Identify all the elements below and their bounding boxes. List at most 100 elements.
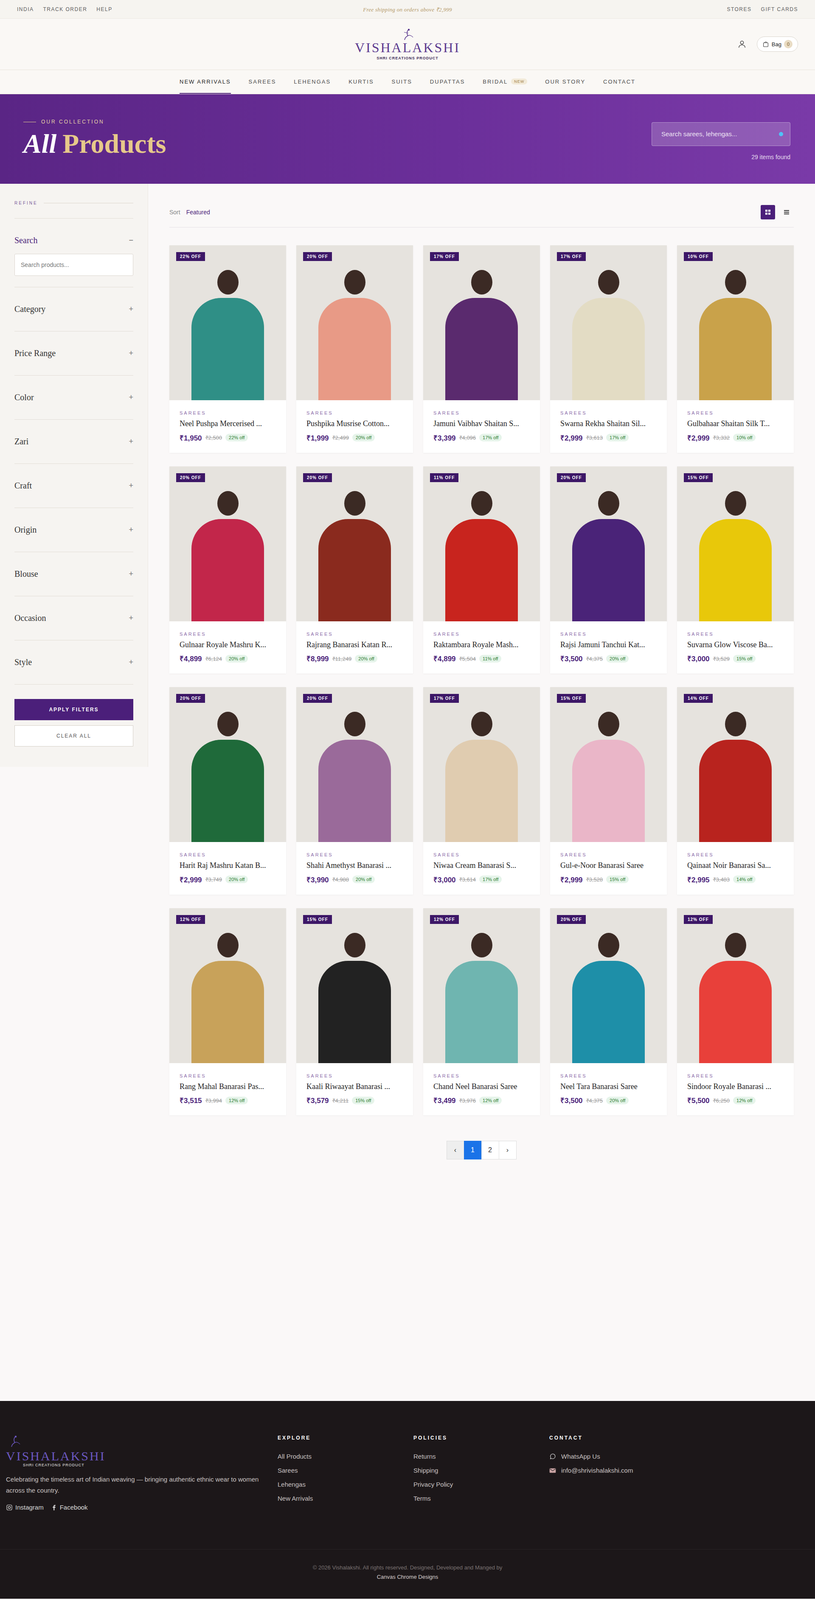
footer-link[interactable]: Sarees (277, 1467, 414, 1475)
product-card[interactable]: 20% OFFSAREESShahi Amethyst Banarasi ...… (296, 687, 414, 895)
product-card[interactable]: 12% OFFSAREESRang Mahal Banarasi Pas...₹… (169, 908, 287, 1116)
top-link[interactable]: GIFT CARDS (761, 6, 799, 13)
filter-header[interactable]: Price Range+ (14, 348, 134, 359)
product-card[interactable]: 22% OFFSAREESNeel Pushpa Mercerised ...₹… (169, 245, 287, 453)
footer-link[interactable]: Shipping (413, 1467, 550, 1475)
model-figure (725, 491, 747, 516)
old-price: ₹3,976 (459, 1096, 477, 1105)
filter-header[interactable]: Craft+ (14, 480, 134, 491)
mail-link[interactable]: info@shrivishalakshi.com (549, 1467, 815, 1475)
nav-item[interactable]: KURTIS (348, 70, 374, 94)
product-name: Swarna Rekha Shaitan Sil... (560, 418, 657, 429)
nav-item[interactable]: CONTACT (603, 70, 636, 94)
nav-item[interactable]: OUR STORY (545, 70, 586, 94)
nav-item[interactable]: SAREES (248, 70, 277, 94)
old-price: ₹5,504 (459, 654, 477, 663)
product-card[interactable]: 11% OFFSAREESRaktambara Royale Mash...₹4… (423, 466, 540, 675)
product-card[interactable]: 12% OFFSAREESSindoor Royale Banarasi ...… (677, 908, 794, 1116)
whatsapp-link[interactable]: WhatsApp Us (549, 1452, 815, 1461)
product-card[interactable]: 10% OFFSAREESGulbahaar Shaitan Silk T...… (677, 245, 794, 453)
top-link[interactable]: HELP (96, 6, 113, 13)
filter-header[interactable]: Category+ (14, 304, 134, 315)
saree-drape (572, 961, 645, 1064)
filter-header[interactable]: Blouse+ (14, 569, 134, 579)
product-name: Jamuni Vaibhav Shaitan S... (433, 418, 530, 429)
filter-header[interactable]: Zari+ (14, 436, 134, 447)
old-price: ₹3,483 (713, 875, 731, 884)
footer-link[interactable]: Lehengas (277, 1481, 414, 1489)
discount-badge: 17% OFF (429, 694, 459, 703)
nav-item[interactable]: NEW ARRIVALS (179, 70, 231, 94)
product-card[interactable]: 17% OFFSAREESJamuni Vaibhav Shaitan S...… (423, 245, 540, 453)
product-card[interactable]: 15% OFFSAREESGul-e-Noor Banarasi Saree₹2… (550, 687, 667, 895)
filter-section: Origin+ (14, 508, 134, 553)
filter-header[interactable]: Color+ (14, 392, 134, 403)
apply-filters-button[interactable]: APPLY FILTERS (14, 699, 134, 721)
filter-header[interactable]: Search− (14, 235, 134, 246)
product-card[interactable]: 14% OFFSAREESQainaat Noir Banarasi Sa...… (677, 687, 794, 895)
discount-pill: 20% off (352, 875, 375, 884)
saree-drape (699, 739, 772, 843)
product-card[interactable]: 20% OFFSAREESGulnaar Royale Mashru K...₹… (169, 466, 287, 675)
discount-badge: 20% OFF (303, 473, 332, 483)
product-card[interactable]: 17% OFFSAREESSwarna Rekha Shaitan Sil...… (550, 245, 667, 453)
price: ₹3,500 (560, 1095, 583, 1106)
sort-control[interactable]: SortFeatured (169, 208, 211, 216)
discount-badge: 11% OFF (429, 473, 459, 483)
footer-logo[interactable]: VISHALAKSHI (5, 1449, 278, 1464)
discount-pill: 20% off (354, 654, 378, 663)
product-card[interactable]: 17% OFFSAREESNiwaa Cream Banarasi S...₹3… (423, 687, 540, 895)
filter-header[interactable]: Style+ (14, 657, 134, 668)
product-name: Rang Mahal Banarasi Pas... (179, 1081, 276, 1092)
nav-item[interactable]: LEHENGAS (293, 70, 331, 94)
product-card[interactable]: 15% OFFSAREESKaali Riwaayat Banarasi ...… (296, 908, 414, 1116)
footer-link[interactable]: All Products (277, 1452, 414, 1461)
filter-search-input[interactable] (14, 253, 134, 276)
product-photo: 14% OFF (677, 687, 794, 843)
footer-link[interactable]: Privacy Policy (413, 1481, 550, 1489)
top-link[interactable]: INDIA (16, 6, 34, 13)
facebook-link[interactable]: Facebook (50, 1503, 88, 1512)
hero-search-input[interactable] (660, 129, 779, 138)
product-card[interactable]: 15% OFFSAREESSuvarna Glow Viscose Ba...₹… (677, 466, 794, 675)
page-button[interactable]: 2 (481, 1141, 500, 1160)
bag-button[interactable]: Bag0 (756, 36, 799, 52)
filter-header[interactable]: Origin+ (14, 525, 134, 535)
nav-item[interactable]: DUPATTAS (429, 70, 465, 94)
instagram-link[interactable]: Instagram (5, 1503, 44, 1512)
page-button[interactable]: 1 (463, 1141, 482, 1160)
top-link[interactable]: TRACK ORDER (43, 6, 88, 13)
product-card[interactable]: 20% OFFSAREESPushpika Musrise Cotton...₹… (296, 245, 414, 453)
discount-badge: 17% OFF (556, 252, 586, 262)
product-card[interactable]: 20% OFFSAREESRajrang Banarasi Katan R...… (296, 466, 414, 675)
next-page-button[interactable]: › (498, 1141, 517, 1160)
footer-link[interactable]: Terms (413, 1495, 550, 1503)
product-area: SortFeatured 22% OFFSAREESNeel Pushpa Mer… (148, 183, 815, 1402)
saree-drape (699, 297, 772, 401)
old-price: ₹4,211 (332, 1096, 349, 1105)
prev-page-button[interactable]: ‹ (446, 1141, 465, 1160)
user-icon[interactable] (737, 39, 747, 49)
footer-link[interactable]: New Arrivals (277, 1495, 414, 1503)
list-view-button[interactable] (779, 205, 794, 220)
nav-item[interactable]: SUITS (391, 70, 413, 94)
product-category: SAREES (179, 410, 276, 416)
grid-view-button[interactable] (760, 205, 776, 220)
footer-link[interactable]: Returns (413, 1452, 550, 1461)
logo[interactable]: VISHALAKSHISHRI CREATIONS PRODUCT (354, 28, 461, 61)
product-card[interactable]: 20% OFFSAREESRajsi Jamuni Tanchui Kat...… (550, 466, 667, 675)
promo-text: Free shipping on orders above ₹2,999 (362, 5, 453, 14)
product-card[interactable]: 12% OFFSAREESChand Neel Banarasi Saree₹3… (423, 908, 540, 1116)
filter-sidebar: REFINESearch−Category+Price Range+Color+… (0, 183, 149, 768)
whatsapp-icon (549, 1453, 557, 1461)
logo-tagline: SHRI CREATIONS PRODUCT (376, 56, 439, 61)
product-card[interactable]: 20% OFFSAREESHarit Raj Mashru Katan B...… (169, 687, 287, 895)
top-link[interactable]: STORES (726, 6, 752, 13)
product-card[interactable]: 20% OFFSAREESNeel Tara Banarasi Saree₹3,… (550, 908, 667, 1116)
credit-link[interactable]: Canvas Chrome Designs (0, 1572, 815, 1583)
nav-item[interactable]: BRIDALNEW (482, 70, 528, 94)
clear-all-button[interactable]: CLEAR ALL (14, 725, 134, 747)
filter-header[interactable]: Occasion+ (14, 613, 134, 624)
price: ₹3,000 (433, 874, 456, 885)
filter-section: Craft+ (14, 463, 134, 509)
